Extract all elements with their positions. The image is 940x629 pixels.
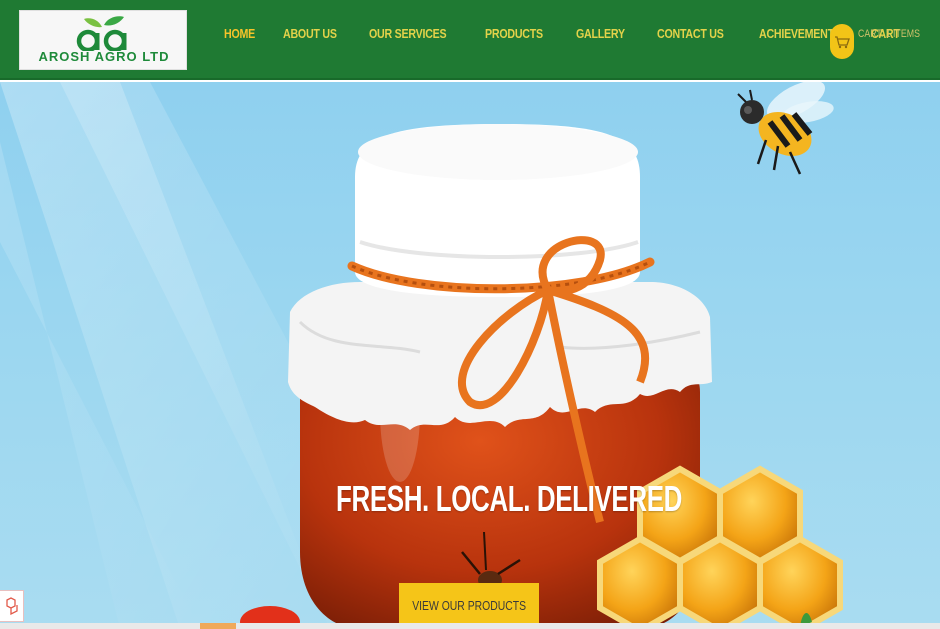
nav-item-contact-us[interactable]: CONTACT US xyxy=(657,26,724,46)
view-products-button[interactable]: VIEW OUR PRODUCTS xyxy=(399,583,539,627)
brand-name: AROSH AGRO LTD xyxy=(38,49,170,64)
nav-item-about-us[interactable]: ABOUT US xyxy=(283,26,337,46)
scroll-indicator[interactable] xyxy=(200,623,236,629)
nav-item-products[interactable]: PRODUCTS xyxy=(485,26,543,46)
brand-logo[interactable]: AROSH AGRO LTD xyxy=(19,10,187,70)
laravel-icon[interactable] xyxy=(0,590,24,622)
nav-item-achievement[interactable]: ACHIEVEMENT xyxy=(759,26,834,46)
leaf-aa-logo-icon xyxy=(76,16,127,51)
bottom-scroll-bar xyxy=(0,623,940,629)
hero-banner: FRESH. LOCAL. DELIVERED VIEW OUR PRODUCT… xyxy=(0,82,940,629)
nav-item-gallery[interactable]: GALLERY xyxy=(576,26,625,46)
view-products-label: VIEW OUR PRODUCTS xyxy=(412,597,526,613)
hero-headline: FRESH. LOCAL. DELIVERED xyxy=(336,478,682,519)
honey-jar-bee-honeycomb-illustration xyxy=(0,82,843,629)
nav-item-home[interactable]: HOME xyxy=(224,26,255,46)
main-nav: HOME ABOUT US OUR SERVICES PRODUCTS GALL… xyxy=(224,26,927,46)
nav-item-our-services[interactable]: OUR SERVICES xyxy=(369,26,447,46)
cart-summary[interactable]: CART: 1 ITEMS xyxy=(858,28,920,40)
site-header: AROSH AGRO LTD HOME ABOUT US OUR SERVICE… xyxy=(0,0,940,80)
shopping-cart-icon[interactable] xyxy=(830,24,854,59)
